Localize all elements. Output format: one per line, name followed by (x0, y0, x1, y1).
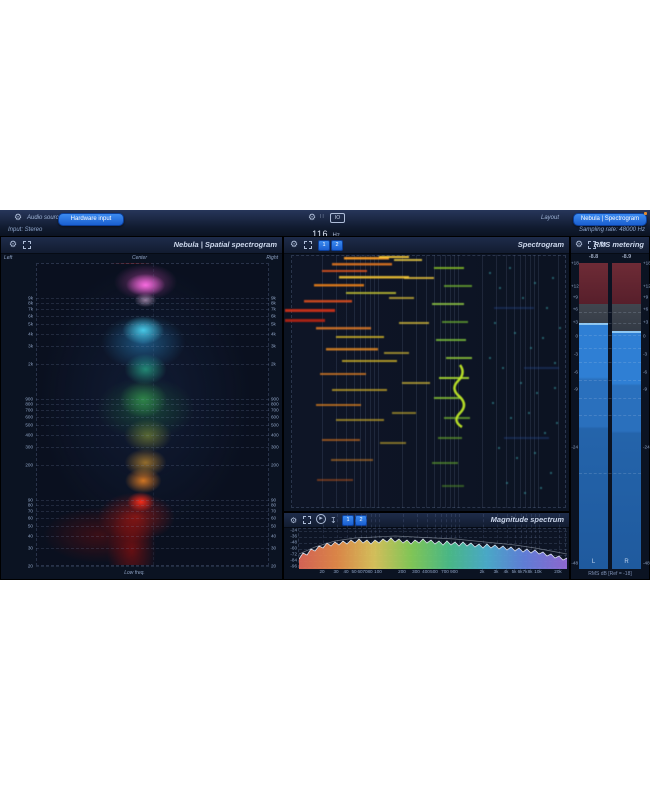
spectrogram-maximize-icon[interactable] (304, 241, 312, 249)
global-settings-gear-icon[interactable]: ⚙ (308, 212, 316, 223)
spatial-spectrogram-display[interactable] (36, 263, 269, 566)
magnitude-channel-2-label: 2 (359, 517, 362, 523)
magnitude-spectrum-display[interactable] (298, 528, 566, 568)
play-icon[interactable]: ▸ (316, 514, 326, 524)
audio-source-label: Audio source (27, 215, 62, 221)
meter-red-zone (579, 263, 608, 304)
pan-center-label: Center (132, 255, 147, 261)
spatial-spectrogram-panel: ⚙ Nebula | Spatial spectrogram Left Cent… (0, 236, 283, 580)
channel-left-label: L (579, 559, 608, 565)
spectrogram-panel: ⚙ 1 2 Spectrogram (283, 236, 570, 512)
page: ⚙ Audio source Hardware input Input: Ste… (0, 0, 650, 794)
rms-footer: RMS dB [Ref = -18] (571, 571, 649, 577)
magnitude-spectrum-panel: ⚙ ▸ ↧ 1▾ 2▾ Magnitude spectrum -24-36-48… (283, 512, 570, 580)
channel-right-label: R (612, 559, 641, 565)
spatial-panel-title: Nebula | Spatial spectrogram (174, 240, 277, 249)
meter-gray-zone (612, 304, 641, 331)
spatial-freq-axis-left: 9k8k7k6k5k4k3k2k900800700600500400300200… (3, 237, 33, 581)
rms-scale-left: +18+12+9+6+30-3-6-9-24-48 (571, 237, 578, 581)
center-gridline (153, 264, 154, 565)
alert-dot (644, 212, 647, 215)
plugin-window: ⚙ Audio source Hardware input Input: Ste… (0, 210, 650, 580)
top-bar: ⚙ Audio source Hardware input Input: Ste… (0, 210, 650, 237)
grid-dots-icon[interactable]: ∷ (320, 213, 324, 220)
hardware-input-button[interactable]: Hardware input (58, 213, 124, 226)
spatial-panel-header: ⚙ Nebula | Spatial spectrogram (1, 237, 282, 254)
magnitude-channel-1-label: 1 (346, 517, 349, 523)
rms-value-left: -8.8 (579, 254, 608, 260)
magnitude-channel-2-button[interactable]: 2▾ (355, 515, 367, 526)
meter-red-zone (612, 263, 641, 304)
magnitude-channel-1-button[interactable]: 1▾ (342, 515, 354, 526)
layout-preset-label: Nebula | Spectrogram (581, 216, 639, 222)
rms-value-right: -8.9 (612, 254, 641, 260)
meter-peak-line (612, 331, 641, 333)
spectrogram-streaks (284, 255, 571, 508)
spectrogram-panel-header: ⚙ 1 2 Spectrogram (284, 237, 569, 254)
magnitude-freq-axis: 203040506070801002003004005007009002k3k4… (284, 569, 571, 579)
magnitude-panel-title: Magnitude spectrum (491, 515, 564, 524)
rms-scale-right: +18+12+9+6+30-3-6-9-24-48 (643, 237, 650, 581)
meter-fill-right (612, 331, 641, 569)
low-freq-label: Low freq. (1, 570, 268, 576)
meter-fill-left (579, 323, 608, 569)
rms-metering-panel: ⚙ ↻ RMS metering -8.8 -8.9 +18+12+9+6+30… (570, 236, 650, 580)
input-status: Input: Stereo (8, 227, 42, 233)
spectrogram-settings-gear-icon[interactable]: ⚙ (290, 239, 298, 250)
spectrogram-channel-1-button[interactable]: 1 (318, 240, 330, 251)
io-toggle[interactable]: IO (330, 213, 345, 223)
sampling-rate: Sampling rate: 48000 Hz (579, 227, 645, 233)
spectrogram-channel-2-button[interactable]: 2 (331, 240, 343, 251)
rms-meter-left: L (579, 263, 608, 569)
spectrogram-panel-title: Spectrogram (518, 240, 564, 249)
audio-source-settings-gear-icon[interactable]: ⚙ (14, 212, 22, 223)
rms-meter-right: R (612, 263, 641, 569)
layout-preset-button[interactable]: Nebula | Spectrogram (573, 213, 647, 226)
rms-panel-title: RMS metering (594, 240, 644, 249)
spatial-freq-axis-right: 9k8k7k6k5k4k3k2k900800700600500400300200… (271, 237, 283, 581)
magnitude-maximize-icon[interactable] (303, 516, 311, 524)
layout-label: Layout (541, 215, 559, 221)
magnitude-curve (299, 529, 567, 569)
meter-peak-line (579, 323, 608, 325)
magnitude-panel-header: ⚙ ▸ ↧ 1▾ 2▾ Magnitude spectrum (284, 513, 569, 528)
freeze-pin-icon[interactable]: ↧ (330, 515, 337, 526)
rms-panel-header: ⚙ ↻ RMS metering (571, 237, 649, 254)
